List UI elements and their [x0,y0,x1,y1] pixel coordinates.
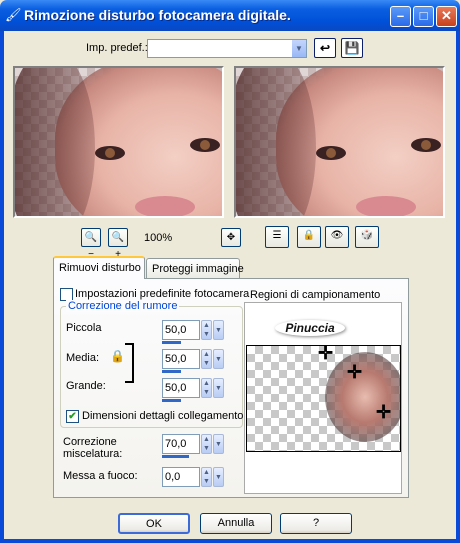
randomize-icon[interactable]: 🎲 [355,226,379,248]
cancel-button[interactable]: Annulla [200,513,272,534]
blend-label-1: Correzione [63,436,117,448]
blend-label-2: miscelatura: [63,448,123,460]
zoom-in-icon[interactable]: 🔍+ [108,228,128,260]
pinuccia-logo: Pinuccia [275,320,345,336]
lock-icon[interactable]: 🔒 [110,349,125,363]
noise-group-label: Correzione del rumore [66,300,180,312]
large-stepper[interactable]: ▲ ▼ [201,378,212,398]
ok-button[interactable]: OK [118,513,190,534]
blend-stepper[interactable]: ▲ ▼ [201,434,212,454]
pan-icon[interactable]: ✥ [221,228,241,247]
medium-label: Media: [66,352,100,364]
small-label: Piccola [66,322,102,334]
window-frame-right [456,31,460,543]
large-level-bar [162,399,181,402]
link-label: Dimensioni dettagli collegamento [82,410,244,422]
sampling-label: Regioni di campionamento [250,289,381,301]
app-icon: 🖌 [5,7,22,22]
sample-region-3[interactable]: ✛ [376,403,391,421]
after-preview[interactable] [234,66,445,218]
small-input[interactable]: 50,0 [162,320,200,340]
small-level-bar [162,341,181,344]
zoom-out-icon[interactable]: 🔍− [81,228,101,260]
large-dropdown[interactable]: ▼ [213,378,224,398]
large-input[interactable]: 50,0 [162,378,200,398]
sharpen-stepper[interactable]: ▲ ▼ [201,467,212,487]
window-frame-bottom [0,539,460,543]
help-button[interactable]: ? [280,513,352,534]
medium-level-bar [162,370,181,373]
blend-input[interactable]: 70,0 [162,434,200,454]
small-stepper[interactable]: ▲ ▼ [201,320,212,340]
preset-label: Imp. predef.: [86,42,148,54]
defaults-label: Impostazioni predefinite fotocamera [75,288,250,300]
link-checkbox[interactable]: ✔ [66,410,79,423]
view-icon[interactable]: 👁 [325,226,349,248]
link-bracket [125,343,134,383]
preset-dropdown[interactable]: ▼ [147,39,307,58]
minimize-button[interactable]: – [390,6,411,27]
before-preview[interactable] [13,66,224,218]
sharpen-dropdown[interactable]: ▼ [213,467,224,487]
sharpen-label: Messa a fuoco: [63,470,138,482]
reset-icon[interactable]: ↩ [314,38,336,58]
tab-protect-image[interactable]: Proteggi immagine [146,258,244,278]
window-frame-left [0,31,4,543]
sampling-canvas[interactable]: ✛ ✛ ✛ [246,345,401,452]
chevron-down-icon[interactable]: ▼ [291,40,306,57]
maximize-button[interactable]: □ [413,6,434,27]
blend-dropdown[interactable]: ▼ [213,434,224,454]
medium-input[interactable]: 50,0 [162,349,200,369]
medium-stepper[interactable]: ▲ ▼ [201,349,212,369]
blend-level-bar [162,455,189,458]
auto-proof-icon[interactable]: 🔒 [297,226,321,248]
save-preset-icon[interactable]: 💾 [341,38,363,58]
large-label: Grande: [66,380,106,392]
proof-icon[interactable]: ☰ [265,226,289,248]
zoom-level: 100% [144,232,173,244]
thumbnail-photo [325,352,400,442]
sample-region-1[interactable]: ✛ [318,346,333,362]
sample-region-2[interactable]: ✛ [347,363,362,381]
close-button[interactable]: ✕ [436,6,457,27]
small-dropdown[interactable]: ▼ [213,320,224,340]
medium-dropdown[interactable]: ▼ [213,349,224,369]
tab-remove-noise[interactable]: Rimuovi disturbo [53,256,145,279]
window-title: Rimozione disturbo fotocamera digitale. [24,7,291,23]
sharpen-input[interactable]: 0,0 [162,467,200,487]
